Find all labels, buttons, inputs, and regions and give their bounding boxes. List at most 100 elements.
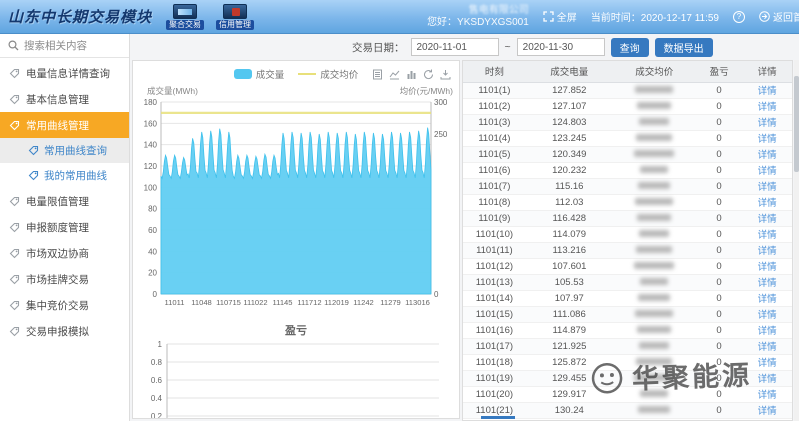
sidebar-subitem-2-1[interactable]: 我的常用曲线 — [0, 163, 129, 188]
cell-volume: 107.601 — [526, 258, 613, 274]
table-row: 1101(11)113.2160详情 — [463, 242, 792, 258]
scrollbar-thumb[interactable] — [794, 76, 799, 172]
toolbar-item-trade[interactable]: 聚合交易 — [162, 4, 208, 30]
cell-detail: 详情 — [742, 306, 792, 322]
sidebar-item-6[interactable]: 市场挂牌交易 — [0, 266, 129, 292]
svg-text:11242: 11242 — [353, 298, 374, 307]
detail-link[interactable]: 详情 — [758, 262, 777, 273]
detail-link[interactable]: 详情 — [758, 374, 777, 385]
svg-text:11145: 11145 — [273, 298, 293, 307]
detail-link[interactable]: 详情 — [758, 214, 777, 225]
line-chart-icon[interactable] — [389, 69, 400, 80]
sidebar-item-8[interactable]: 交易申报模拟 — [0, 318, 129, 344]
detail-link[interactable]: 详情 — [758, 390, 777, 401]
bar-chart-icon[interactable] — [406, 69, 417, 80]
table-row: 1101(14)107.970详情 — [463, 290, 792, 306]
detail-link[interactable]: 详情 — [758, 150, 777, 161]
cell-detail: 详情 — [742, 162, 792, 178]
legend-avg-price[interactable]: 成交均价 — [298, 67, 358, 81]
sidebar-item-5[interactable]: 市场双边协商 — [0, 240, 129, 266]
svg-text:0: 0 — [434, 290, 439, 299]
tag-icon — [9, 120, 20, 131]
cell-volume: 113.216 — [526, 242, 613, 258]
sidebar-item-3[interactable]: 电量限值管理 — [0, 188, 129, 214]
cell-price-masked — [613, 82, 696, 98]
sidebar-search[interactable]: 搜索相关内容 — [0, 34, 129, 58]
detail-link[interactable]: 详情 — [758, 118, 777, 129]
current-time: 当前时间：2020-12-17 11:59 — [591, 9, 719, 24]
svg-text:11279: 11279 — [380, 298, 401, 307]
cell-price-masked — [613, 98, 696, 114]
sidebar-item-label: 市场双边协商 — [26, 246, 89, 261]
svg-text:111712: 111712 — [297, 298, 321, 307]
table-row: 1101(19)129.4550详情 — [463, 370, 792, 386]
restore-icon[interactable] — [423, 69, 434, 80]
legend-volume[interactable]: 成交量 — [234, 67, 285, 81]
detail-link[interactable]: 详情 — [758, 198, 777, 209]
cell-pnl: 0 — [696, 226, 743, 242]
cell-price-masked — [613, 354, 696, 370]
volume-price-chart[interactable]: 0204060801001201401601803002500110111104… — [133, 97, 455, 309]
sidebar-item-label: 基本信息管理 — [26, 92, 89, 107]
fullscreen-button[interactable]: 全屏 — [543, 9, 577, 24]
detail-link[interactable]: 详情 — [758, 86, 777, 97]
svg-text:300: 300 — [434, 98, 448, 107]
cell-volume: 107.97 — [526, 290, 613, 306]
detail-link[interactable]: 详情 — [758, 406, 777, 417]
axis-captions: 成交量(MWh) 均价(元/MWh) — [133, 81, 459, 97]
cell-pnl: 0 — [696, 194, 743, 210]
detail-link[interactable]: 详情 — [758, 166, 777, 177]
detail-link[interactable]: 详情 — [758, 294, 777, 305]
save-image-icon[interactable] — [440, 69, 451, 80]
svg-text:112019: 112019 — [324, 298, 349, 307]
detail-link[interactable]: 详情 — [758, 342, 777, 353]
detail-link[interactable]: 详情 — [758, 246, 777, 257]
cell-pnl: 0 — [696, 338, 743, 354]
svg-text:40: 40 — [148, 247, 157, 256]
cell-detail: 详情 — [742, 386, 792, 402]
sidebar-item-1[interactable]: 基本信息管理 — [0, 86, 129, 112]
cell-time: 1101(7) — [463, 178, 526, 194]
cell-price-masked — [613, 274, 696, 290]
filter-bar: 交易日期： ~ 查询 数据导出 — [130, 34, 799, 60]
cell-volume: 130.24 — [526, 402, 613, 418]
dataview-icon[interactable] — [372, 69, 383, 80]
home-button[interactable]: 返回首页 — [759, 9, 799, 24]
detail-link[interactable]: 详情 — [758, 102, 777, 113]
cell-volume: 127.107 — [526, 98, 613, 114]
help-icon[interactable]: ? — [733, 11, 745, 23]
sidebar-item-label: 集中竞价交易 — [26, 298, 89, 313]
sidebar-item-0[interactable]: 电量信息详情查询 — [0, 60, 129, 86]
table-scrollbar[interactable] — [794, 60, 799, 421]
date-from-input[interactable] — [411, 38, 499, 56]
fullscreen-icon — [543, 11, 554, 22]
sidebar-item-7[interactable]: 集中竞价交易 — [0, 292, 129, 318]
cell-volume: 121.925 — [526, 338, 613, 354]
toolbar-item-credit[interactable]: 信用管理 — [212, 4, 258, 30]
sidebar-subitem-label: 我的常用曲线 — [44, 168, 107, 183]
sidebar-item-4[interactable]: 申报额度管理 — [0, 214, 129, 240]
cell-pnl: 0 — [696, 242, 743, 258]
detail-link[interactable]: 详情 — [758, 278, 777, 289]
table-row: 1101(8)112.030详情 — [463, 194, 792, 210]
sidebar-subitem-2-0[interactable]: 常用曲线查询 — [0, 138, 129, 163]
export-button[interactable]: 数据导出 — [655, 38, 713, 57]
tag-icon — [9, 326, 20, 337]
svg-text:0.2: 0.2 — [151, 412, 163, 419]
detail-link[interactable]: 详情 — [758, 230, 777, 241]
detail-link[interactable]: 详情 — [758, 326, 777, 337]
cell-pnl: 0 — [696, 162, 743, 178]
sidebar-item-label: 申报额度管理 — [26, 220, 89, 235]
main-content: 交易日期： ~ 查询 数据导出 成交量 成交均价 成交量(MWh) — [130, 34, 799, 421]
sidebar-item-2[interactable]: 常用曲线管理 — [0, 112, 129, 138]
cell-pnl: 0 — [696, 306, 743, 322]
detail-link[interactable]: 详情 — [758, 134, 777, 145]
detail-link[interactable]: 详情 — [758, 358, 777, 369]
date-to-input[interactable] — [517, 38, 605, 56]
detail-link[interactable]: 详情 — [758, 182, 777, 193]
cell-time: 1101(10) — [463, 226, 526, 242]
pnl-chart[interactable]: 10.80.60.40.20 — [133, 338, 455, 419]
detail-link[interactable]: 详情 — [758, 310, 777, 321]
query-button[interactable]: 查询 — [611, 38, 649, 57]
header-right: 售电有限公司 您好：YKSDYXGS001 全屏 当前时间：2020-12-17… — [427, 5, 799, 29]
